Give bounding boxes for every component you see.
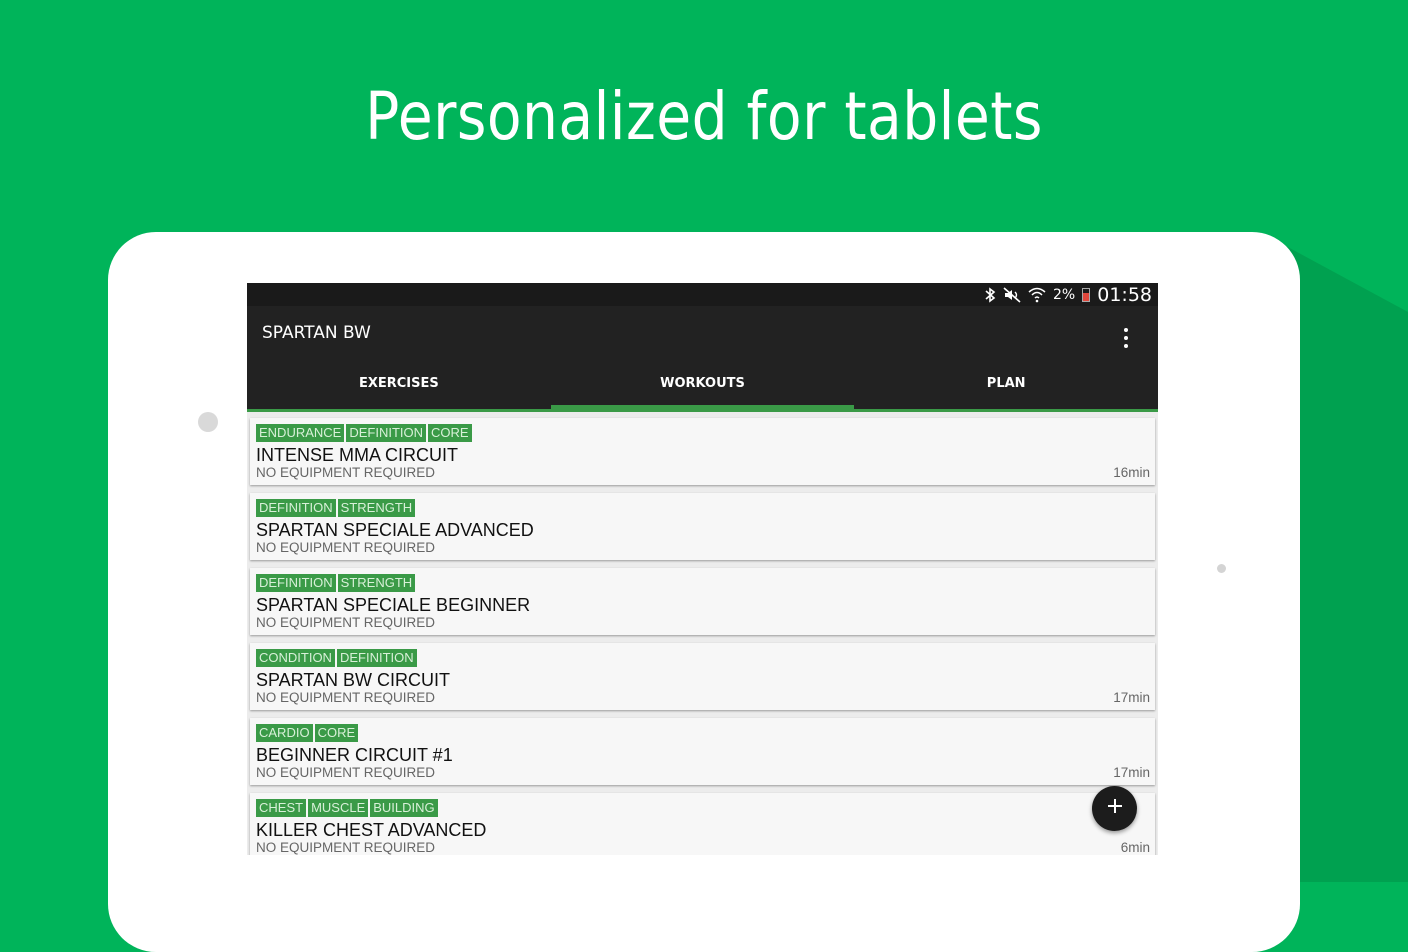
clock: 01:58 [1097,283,1152,306]
plus-icon [1107,798,1123,819]
workout-equipment: NO EQUIPMENT REQUIRED [256,615,436,630]
app-bar: SPARTAN BW EXERCISES WORKOUTS PLAN [247,306,1158,409]
tag: DEFINITION [336,649,417,667]
tag-group: CONDITION DEFINITION [256,649,417,667]
workout-equipment: NO EQUIPMENT REQUIRED [256,690,436,705]
workout-card[interactable]: ENDURANCE DEFINITION CORE INTENSE MMA CI… [250,418,1155,485]
workout-card[interactable]: CONDITION DEFINITION SPARTAN BW CIRCUIT … [250,643,1155,710]
tag: ENDURANCE [256,424,345,442]
battery-percent: 2% [1053,286,1076,303]
tag: CARDIO [256,724,313,742]
promo-headline: Personalized for tablets [365,78,1043,155]
tag: STRENGTH [337,574,416,592]
tag-group: ENDURANCE DEFINITION CORE [256,424,472,442]
workout-list: ENDURANCE DEFINITION CORE INTENSE MMA CI… [250,418,1155,855]
workout-title: KILLER CHEST ADVANCED [256,820,487,840]
workout-title: SPARTAN SPECIALE ADVANCED [256,520,534,540]
workout-equipment: NO EQUIPMENT REQUIRED [256,540,436,555]
workout-card[interactable]: CHEST MUSCLE BUILDING KILLER CHEST ADVAN… [250,793,1155,855]
tag-group: CARDIO CORE [256,724,359,742]
tag: DEFINITION [346,424,427,442]
bluetooth-icon [984,286,996,303]
app-title: SPARTAN BW [262,323,371,343]
tag: CHEST [256,799,307,817]
workout-duration: 17min [1113,765,1150,780]
tag: DEFINITION [256,499,336,517]
battery-icon [1082,287,1091,302]
tab-workouts[interactable]: WORKOUTS [550,372,855,409]
tag: CORE [428,424,472,442]
overflow-menu-icon[interactable] [1118,326,1134,350]
workout-card[interactable]: DEFINITION STRENGTH SPARTAN SPECIALE BEG… [250,568,1155,635]
wifi-icon [1028,287,1046,303]
workout-card[interactable]: DEFINITION STRENGTH SPARTAN SPECIALE ADV… [250,493,1155,560]
tag-group: DEFINITION STRENGTH [256,574,416,592]
tag: CONDITION [256,649,335,667]
tag: DEFINITION [256,574,336,592]
tab-exercises[interactable]: EXERCISES [247,372,551,409]
workout-duration: 16min [1113,465,1150,480]
workout-title: BEGINNER CIRCUIT #1 [256,745,453,765]
mute-icon [1003,286,1021,303]
tag-group: CHEST MUSCLE BUILDING [256,799,438,817]
workout-duration: 6min [1120,840,1150,855]
workout-title: SPARTAN BW CIRCUIT [256,670,451,690]
tablet-camera [198,412,218,432]
workout-title: INTENSE MMA CIRCUIT [256,445,459,465]
tab-plan[interactable]: PLAN [854,372,1158,409]
add-workout-button[interactable] [1092,786,1137,831]
status-bar: 2% 01:58 [247,283,1158,306]
workout-equipment: NO EQUIPMENT REQUIRED [256,765,436,780]
tag: MUSCLE [308,799,369,817]
workout-equipment: NO EQUIPMENT REQUIRED [256,465,436,480]
tab-bar: EXERCISES WORKOUTS PLAN [247,372,1158,409]
workout-duration: 17min [1113,690,1150,705]
tag: CORE [314,724,359,742]
tag-group: DEFINITION STRENGTH [256,499,416,517]
tag: STRENGTH [337,499,416,517]
tab-divider [247,409,1158,412]
workout-card[interactable]: CARDIO CORE BEGINNER CIRCUIT #1 NO EQUIP… [250,718,1155,785]
workout-title: SPARTAN SPECIALE BEGINNER [256,595,531,615]
tablet-sensor [1217,564,1226,573]
workout-equipment: NO EQUIPMENT REQUIRED [256,840,436,855]
tag: BUILDING [370,799,438,817]
app-screen: 2% 01:58 SPARTAN BW EXERCISES WORKOUTS P… [247,283,1158,855]
